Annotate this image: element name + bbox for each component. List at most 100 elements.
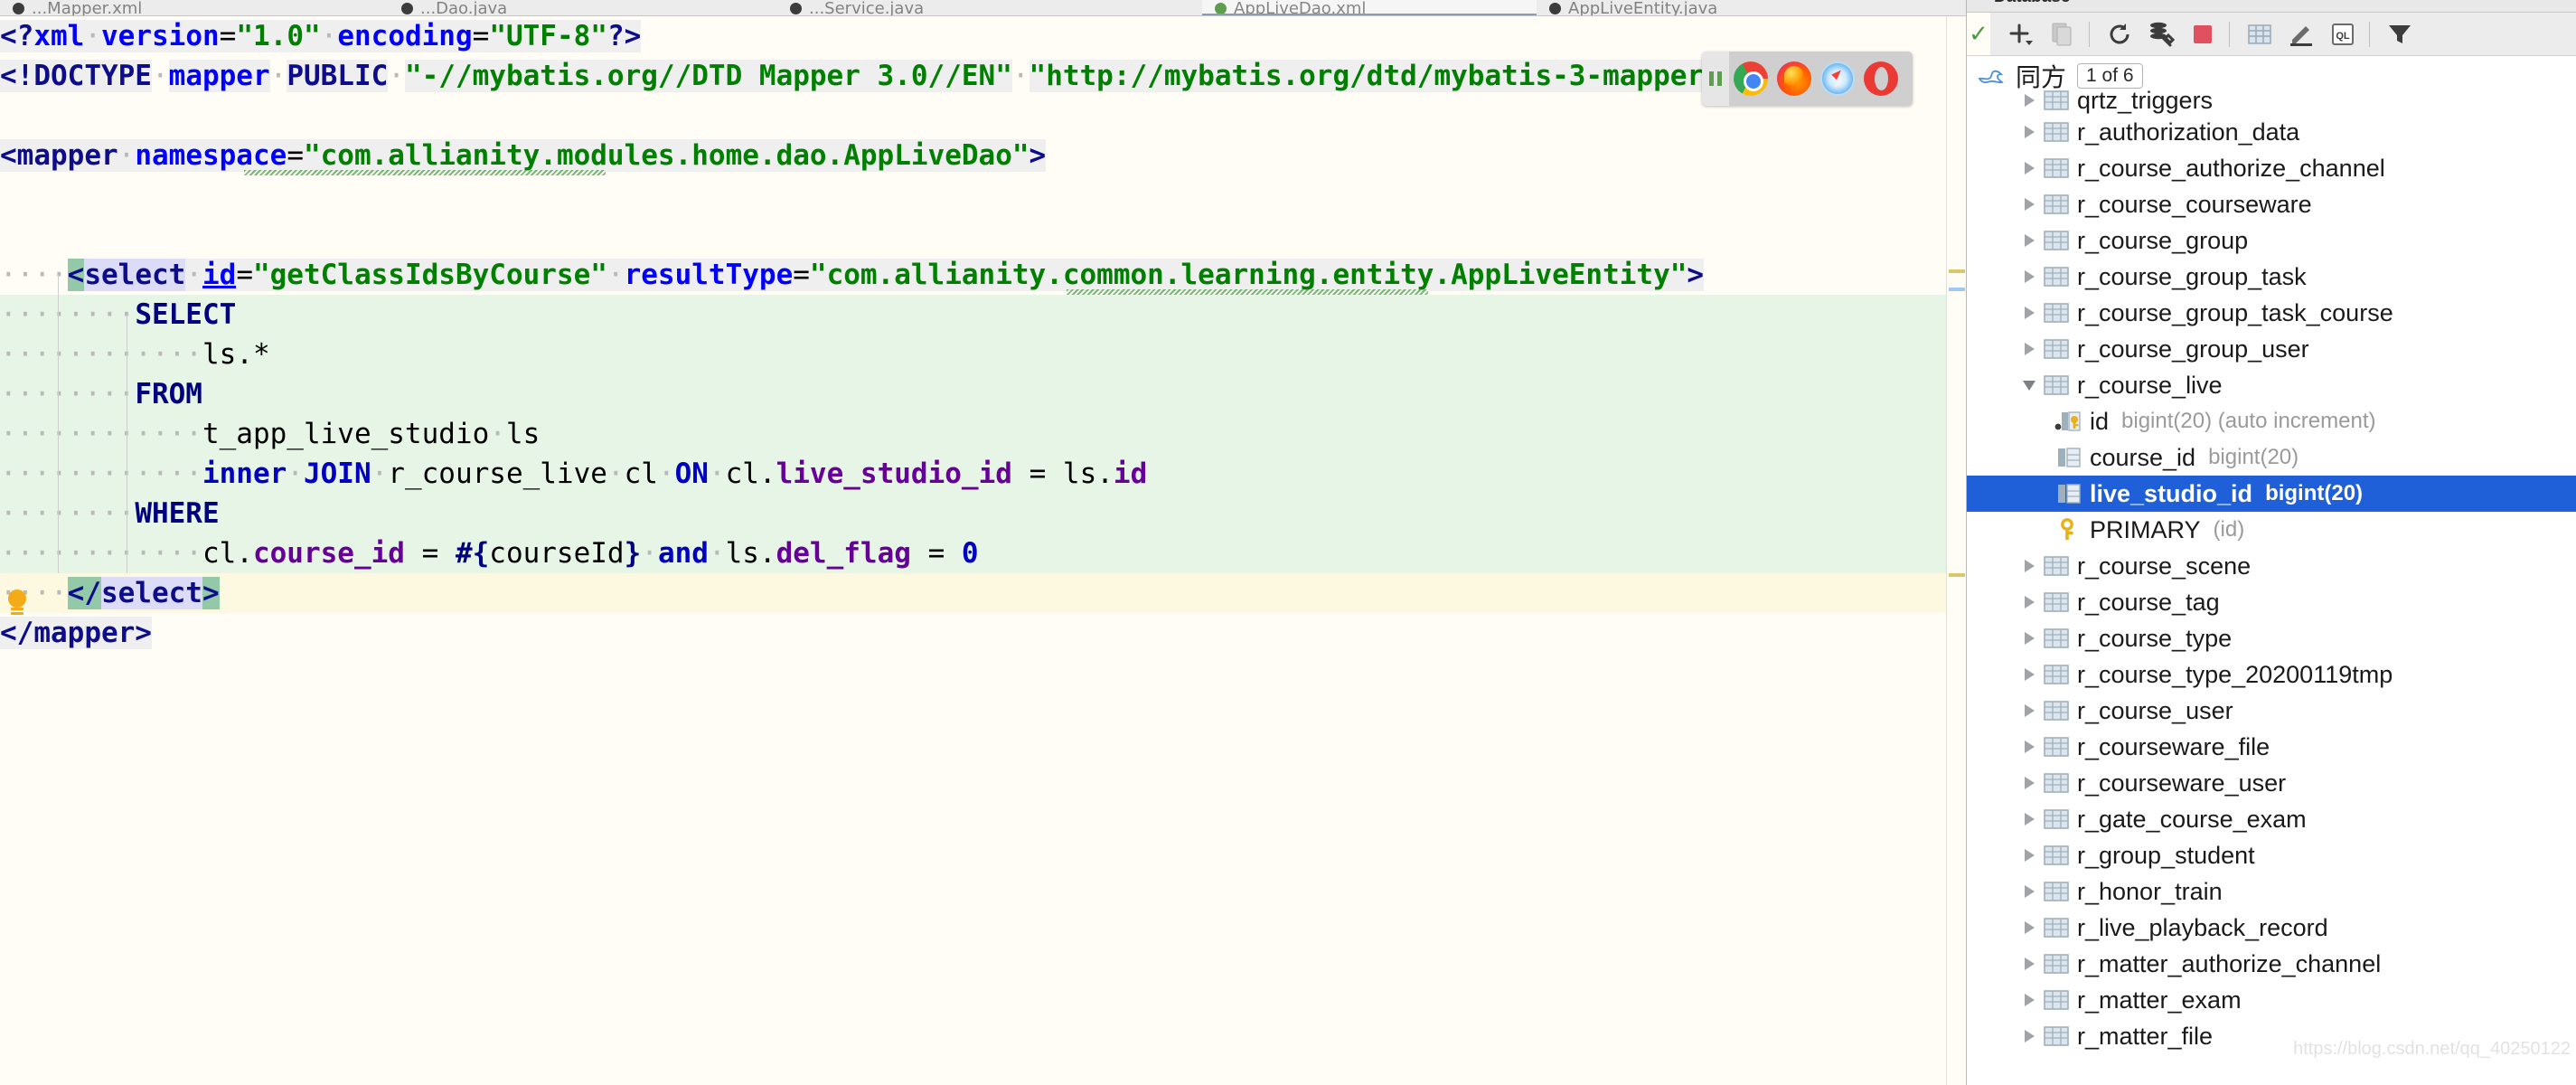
tree-table-row[interactable]: r_course_group (1967, 222, 2576, 259)
opera-icon[interactable] (1859, 52, 1903, 106)
jump-to-query-console-icon[interactable]: QL (2325, 16, 2361, 52)
line-sql-from[interactable]: ········FROM (0, 374, 1966, 414)
tree-column-row[interactable]: PRIMARY (id) (1967, 512, 2576, 548)
code-token: namespace (135, 139, 287, 172)
tree-table-row[interactable]: r_course_group_task (1967, 259, 2576, 295)
tree-table-row[interactable]: r_course_group_user (1967, 331, 2576, 367)
tree-table-row[interactable]: r_honor_train (1967, 873, 2576, 910)
tree-table-row[interactable]: r_group_student (1967, 837, 2576, 873)
tree-table-row[interactable]: r_live_playback_record (1967, 910, 2576, 946)
datasource-properties-icon[interactable] (2143, 16, 2179, 52)
code-editor[interactable]: <?xml·version="1.0"·encoding="UTF-8"?> <!… (0, 16, 1966, 1085)
warning-marker[interactable] (1949, 573, 1965, 577)
warning-marker[interactable] (1949, 269, 1965, 273)
chevron-right-icon[interactable] (2017, 560, 2041, 572)
safari-icon[interactable] (1816, 52, 1859, 106)
line-mapper-close[interactable]: </mapper> (0, 613, 1966, 653)
chevron-right-icon[interactable] (2017, 741, 2041, 753)
line-sql-where[interactable]: ········WHERE (0, 494, 1966, 533)
add-icon[interactable] (2003, 16, 2039, 52)
drag-handle-icon[interactable] (1702, 52, 1729, 106)
line-select-open[interactable]: ····<select·id="getClassIdsByCourse"·res… (0, 255, 1966, 295)
browser-preview-bar[interactable] (1702, 52, 1913, 106)
tree-node-label: r_group_student (2077, 841, 2255, 869)
chevron-right-icon[interactable] (2017, 994, 2041, 1006)
tree-table-row[interactable]: r_gate_course_exam (1967, 801, 2576, 837)
database-toolbar[interactable]: ✓ QL (1967, 13, 2576, 56)
chevron-down-icon[interactable] (2017, 380, 2041, 391)
editor-tab[interactable]: ...Mapper.xml (0, 0, 389, 15)
chevron-right-icon[interactable] (2017, 162, 2041, 175)
line-sql-columns[interactable]: ············ls.* (0, 335, 1966, 374)
chevron-right-icon[interactable] (2017, 704, 2041, 717)
chevron-right-icon[interactable] (2017, 270, 2041, 283)
chevron-right-icon[interactable] (2017, 126, 2041, 138)
line-sql-join[interactable]: ············inner·JOIN·r_course_live·cl·… (0, 454, 1966, 494)
tree-column-row[interactable]: course_id bigint(20) (1967, 439, 2576, 476)
modify-icon[interactable] (2283, 16, 2319, 52)
tree-table-row[interactable]: r_course_user (1967, 693, 2576, 729)
editor-tab[interactable]: ...Service.java (777, 0, 1202, 15)
chevron-right-icon[interactable] (2017, 198, 2041, 211)
chevron-right-icon[interactable] (2017, 849, 2041, 862)
tree-table-row[interactable]: r_course_tag (1967, 584, 2576, 620)
copy-icon[interactable] (2045, 16, 2081, 52)
line-blank-2[interactable] (0, 175, 1966, 215)
chevron-right-icon[interactable] (2017, 1030, 2041, 1043)
line-blank-3[interactable] (0, 215, 1966, 255)
editor-tabstrip[interactable]: ...Mapper.xml ...Dao.java ...Service.java A… (0, 0, 1966, 16)
tree-table-row[interactable]: r_course_group_task_course (1967, 295, 2576, 331)
chevron-right-icon[interactable] (2017, 307, 2041, 319)
tree-table-row[interactable]: r_authorization_data (1967, 114, 2576, 150)
chevron-right-icon[interactable] (2017, 596, 2041, 609)
chevron-right-icon[interactable] (2017, 813, 2041, 826)
stop-icon[interactable] (2185, 16, 2221, 52)
firefox-icon[interactable] (1772, 52, 1816, 106)
line-doctype[interactable]: <!DOCTYPE·mapper·PUBLIC·"-//mybatis.org/… (0, 56, 1966, 96)
database-tree[interactable]: 同方 1 of 6 qrtz_triggers r_authorization_… (1967, 56, 2576, 1085)
tree-table-row[interactable]: r_course_type (1967, 620, 2576, 656)
table-icon (2041, 266, 2072, 288)
chevron-right-icon[interactable] (2017, 343, 2041, 355)
editor-tab[interactable]: AppLiveEntity.java (1537, 0, 1966, 15)
code-token: · (118, 139, 136, 172)
tree-table-row[interactable]: r_course_type_20200119tmp (1967, 656, 2576, 693)
tree-column-row[interactable]: live_studio_id bigint(20) (1967, 476, 2576, 512)
refresh-icon[interactable] (2101, 16, 2138, 52)
editor-tab[interactable]: ...Dao.java (389, 0, 777, 15)
inspection-status-icon[interactable]: ✓ (1967, 13, 1990, 55)
chrome-icon[interactable] (1729, 52, 1772, 106)
tree-column-row[interactable]: id bigint(20) (auto increment) (1967, 403, 2576, 439)
editor-marker-stripe[interactable] (1946, 16, 1966, 1085)
tree-table-row[interactable]: r_matter_exam (1967, 982, 2576, 1018)
tree-table-row[interactable]: r_courseware_file (1967, 729, 2576, 765)
chevron-right-icon[interactable] (2017, 234, 2041, 247)
line-sql-table[interactable]: ············t_app_live_studio·ls (0, 414, 1966, 454)
code-token: · (1011, 60, 1029, 92)
tree-table-row[interactable]: r_course_live (1967, 367, 2576, 403)
line-sql-select[interactable]: ········SELECT (0, 295, 1966, 335)
line-blank-1[interactable] (0, 96, 1966, 136)
line-sql-cond[interactable]: ············cl.course_id = #{courseId}·a… (0, 533, 1966, 573)
chevron-right-icon[interactable] (2017, 921, 2041, 934)
tree-table-row[interactable]: r_course_courseware (1967, 186, 2576, 222)
line-select-close[interactable]: ····</select> (0, 573, 1966, 613)
tree-node-label: r_course_group_task_course (2077, 298, 2393, 326)
tree-table-row[interactable]: r_course_authorize_channel (1967, 150, 2576, 186)
indent-dots: ········ (0, 298, 136, 331)
chevron-right-icon[interactable] (2017, 668, 2041, 681)
chevron-right-icon[interactable] (2017, 777, 2041, 789)
chevron-right-icon[interactable] (2017, 94, 2041, 107)
tree-table-row[interactable]: r_course_scene (1967, 548, 2576, 584)
chevron-right-icon[interactable] (2017, 885, 2041, 898)
table-editor-icon[interactable] (2242, 16, 2278, 52)
filter-icon[interactable] (2382, 16, 2418, 52)
tree-table-row[interactable]: r_courseware_user (1967, 765, 2576, 801)
tree-table-row[interactable]: qrtz_triggers (1967, 87, 2576, 114)
info-marker[interactable] (1949, 288, 1965, 291)
line-xml-decl[interactable]: <?xml·version="1.0"·encoding="UTF-8"?> (0, 16, 1966, 56)
lightbulb-icon[interactable] (5, 590, 29, 617)
chevron-right-icon[interactable] (2017, 632, 2041, 645)
tree-table-row[interactable]: r_matter_authorize_channel (1967, 946, 2576, 982)
chevron-right-icon[interactable] (2017, 958, 2041, 970)
